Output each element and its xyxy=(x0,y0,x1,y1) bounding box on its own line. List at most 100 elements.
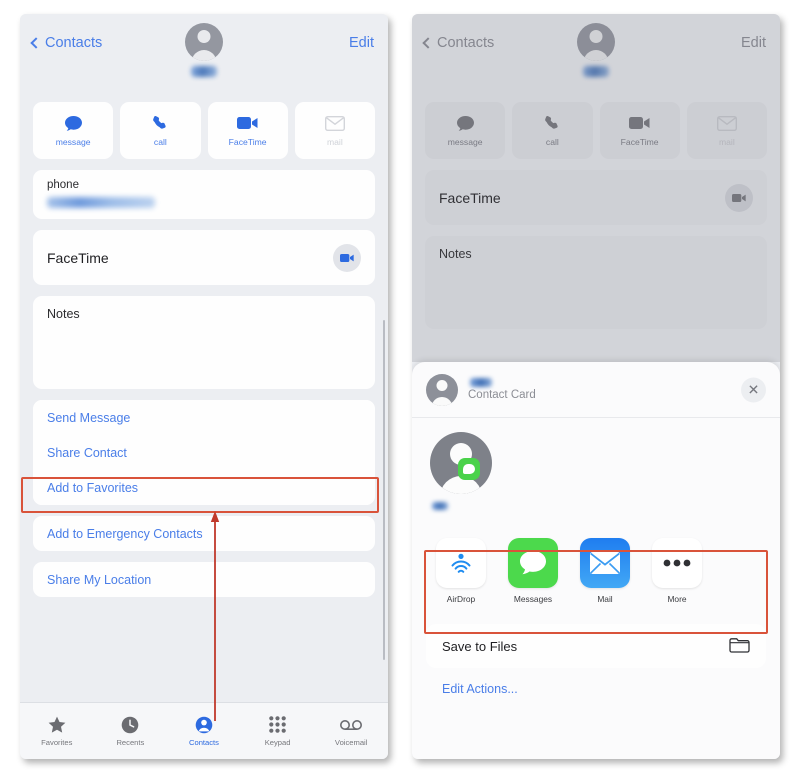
quick-action-message[interactable]: message xyxy=(425,102,506,159)
tab-favorites[interactable]: Favorites xyxy=(20,703,94,759)
chevron-left-icon xyxy=(30,36,42,49)
quick-actions-row: message call FaceTime mail xyxy=(20,102,388,170)
notes-card[interactable]: Notes xyxy=(425,236,767,329)
video-camera-icon xyxy=(340,253,354,262)
quick-action-label: message xyxy=(447,136,483,147)
facetime-row-card[interactable]: FaceTime xyxy=(425,170,767,225)
facetime-row-card[interactable]: FaceTime xyxy=(33,230,375,285)
messages-app-icon xyxy=(508,538,558,588)
tab-voicemail[interactable]: Voicemail xyxy=(314,703,388,759)
quick-action-call[interactable]: call xyxy=(512,102,593,159)
quick-action-label: call xyxy=(545,136,559,147)
tab-label: Voicemail xyxy=(334,737,368,747)
tab-bar: Favorites Recents Contacts Keypad Voicem… xyxy=(20,702,388,759)
action-share-my-location[interactable]: Share My Location xyxy=(33,562,375,597)
tab-label: Recents xyxy=(116,737,145,747)
nav-bar: Contacts Edit xyxy=(20,14,388,102)
more-dots-icon xyxy=(652,538,702,588)
share-target-more[interactable]: More xyxy=(650,538,704,604)
notes-label: Notes xyxy=(47,307,80,321)
contact-actions-group-2: Add to Emergency Contacts xyxy=(33,516,375,551)
quick-action-call[interactable]: call xyxy=(120,102,201,159)
quick-action-mail: mail xyxy=(294,102,375,159)
share-apps-row: AirDrop Messages Mail More xyxy=(426,530,766,614)
quick-action-facetime[interactable]: FaceTime xyxy=(207,102,288,159)
scrollbar[interactable] xyxy=(382,320,385,660)
keypad-grid-icon xyxy=(269,716,286,734)
contact-detail-content: phone FaceTime Notes Send Message Share … xyxy=(20,170,388,702)
back-button[interactable]: Contacts xyxy=(422,35,495,51)
quick-action-label: mail xyxy=(718,136,735,147)
contact-avatar-icon xyxy=(577,23,615,61)
tab-recents[interactable]: Recents xyxy=(94,703,168,759)
message-bubble-icon xyxy=(64,115,83,132)
contact-name-redacted xyxy=(432,502,448,510)
nav-bar: Contacts Edit xyxy=(412,14,780,102)
contact-name-redacted xyxy=(191,66,217,77)
messages-badge-icon xyxy=(458,458,480,480)
clock-icon xyxy=(121,716,139,734)
facetime-button[interactable] xyxy=(725,183,753,212)
notes-label: Notes xyxy=(439,247,472,261)
quick-action-message[interactable]: message xyxy=(33,102,114,159)
facetime-label: FaceTime xyxy=(439,189,501,206)
right-phone-screenshot: Contacts Edit message call FaceTime mail… xyxy=(412,14,780,759)
quick-actions-row: message call FaceTime mail xyxy=(412,102,780,170)
share-sheet: Contact Card ✕ AirDrop Messages Mail Mor… xyxy=(412,362,780,759)
edit-button[interactable]: Edit xyxy=(741,35,766,51)
action-send-message[interactable]: Send Message xyxy=(33,400,375,435)
share-target-mail[interactable]: Mail xyxy=(578,538,632,604)
quick-action-label: call xyxy=(153,136,167,147)
back-button[interactable]: Contacts xyxy=(30,35,103,51)
action-add-to-emergency-contacts[interactable]: Add to Emergency Contacts xyxy=(33,516,375,551)
contact-avatar-icon xyxy=(185,23,223,61)
edit-actions-button[interactable]: Edit Actions... xyxy=(426,668,766,696)
quick-action-label: mail xyxy=(326,136,343,147)
phone-field-label: phone xyxy=(47,179,79,191)
envelope-icon xyxy=(716,115,737,132)
tab-contacts[interactable]: Contacts xyxy=(167,703,241,759)
video-camera-icon xyxy=(629,115,650,132)
screenshot-stage: Contacts Edit message call FaceTime mail… xyxy=(0,0,800,773)
person-circle-icon xyxy=(195,716,213,734)
phone-number-redacted xyxy=(47,197,155,208)
share-target-label: More xyxy=(667,594,687,604)
tab-label: Contacts xyxy=(189,737,219,747)
contact-actions-group-1: Send Message Share Contact Add to Favori… xyxy=(33,400,375,505)
folder-icon xyxy=(729,636,750,656)
share-target-airdrop[interactable]: AirDrop xyxy=(434,538,488,604)
close-x-icon[interactable]: ✕ xyxy=(741,377,766,402)
star-icon xyxy=(48,716,66,734)
airdrop-icon xyxy=(436,538,486,588)
share-sheet-actions: Save to Files Edit Actions... xyxy=(412,614,780,759)
quick-action-label: message xyxy=(55,136,91,147)
left-phone-screenshot: Contacts Edit message call FaceTime mail… xyxy=(20,14,388,759)
action-share-contact[interactable]: Share Contact xyxy=(33,435,375,470)
phone-field-card[interactable]: phone xyxy=(33,170,375,219)
phone-handset-icon xyxy=(152,115,168,132)
quick-action-mail: mail xyxy=(686,102,767,159)
quick-action-facetime[interactable]: FaceTime xyxy=(599,102,680,159)
contact-avatar-icon xyxy=(426,373,458,406)
tab-label: Favorites xyxy=(41,737,73,747)
notes-card[interactable]: Notes xyxy=(33,296,375,389)
quick-action-label: FaceTime xyxy=(620,136,659,147)
action-add-to-favorites[interactable]: Add to Favorites xyxy=(33,470,375,505)
tab-label: Keypad xyxy=(264,737,291,747)
edit-button[interactable]: Edit xyxy=(349,35,374,51)
action-save-to-files[interactable]: Save to Files xyxy=(426,624,766,668)
tab-keypad[interactable]: Keypad xyxy=(241,703,315,759)
phone-handset-icon xyxy=(544,115,560,132)
contact-actions-group-3: Share My Location xyxy=(33,562,375,597)
contact-name-redacted xyxy=(470,378,492,387)
facetime-button[interactable] xyxy=(333,243,361,272)
back-button-label: Contacts xyxy=(45,35,103,51)
message-bubble-icon xyxy=(456,115,475,132)
share-sheet-header: Contact Card ✕ xyxy=(412,362,780,418)
back-button-label: Contacts xyxy=(437,35,495,51)
share-preview xyxy=(412,418,780,526)
share-target-label: AirDrop xyxy=(446,594,476,604)
video-camera-icon xyxy=(237,115,258,132)
video-camera-icon xyxy=(732,193,746,202)
share-target-messages[interactable]: Messages xyxy=(506,538,560,604)
